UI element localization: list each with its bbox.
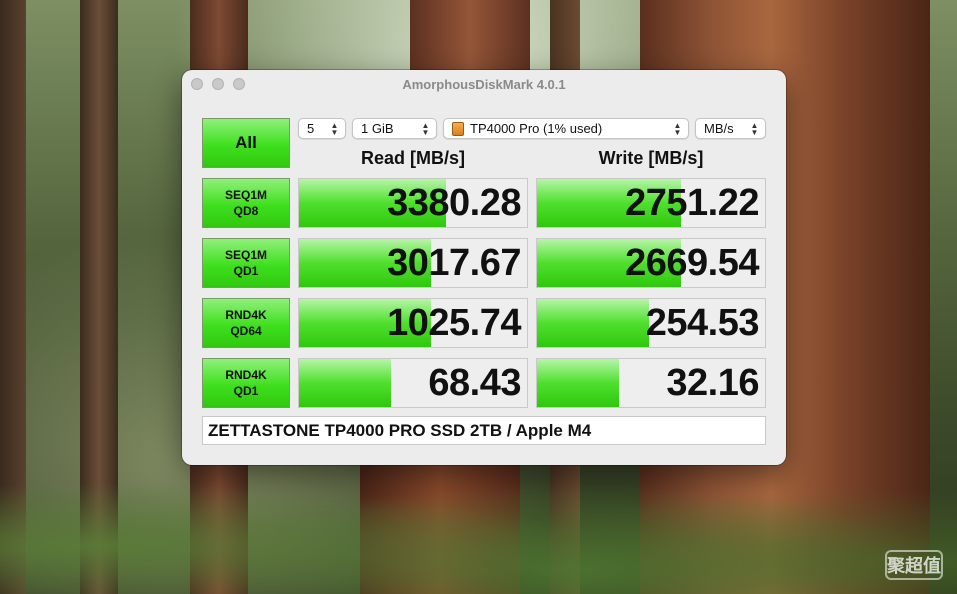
write-result-value: 32.16 xyxy=(666,361,759,404)
read-progress-bar xyxy=(299,359,392,407)
test-name-line2: QD1 xyxy=(233,264,259,278)
comment-field[interactable]: ZETTASTONE TP4000 PRO SSD 2TB / Apple M4 xyxy=(202,416,766,445)
read-result-value: 1025.74 xyxy=(387,301,521,344)
test-name-line1: SEQ1M xyxy=(224,248,267,262)
test-name-line2: QD64 xyxy=(230,324,262,338)
write-column-header: Write [MB/s] xyxy=(598,148,704,168)
test-count-select[interactable]: 5 ▲ ▼ xyxy=(298,118,346,139)
minimize-window-button[interactable] xyxy=(212,78,224,90)
chevron-updown-icon: ▲ ▼ xyxy=(330,120,339,137)
test-name-line1: RND4K xyxy=(225,308,267,322)
app-window: AmorphousDiskMark 4.0.1 All 5 ▲ ▼ 1 GiB ▲… xyxy=(182,70,786,465)
test-button-rnd4k-qd1[interactable]: RND4K QD1 xyxy=(202,358,290,408)
title-bar[interactable]: AmorphousDiskMark 4.0.1 xyxy=(182,70,786,98)
test-button-seq1m-qd1[interactable]: SEQ1M QD1 xyxy=(202,238,290,288)
read-result-value: 3017.67 xyxy=(387,241,521,284)
write-result-cell: 254.53 xyxy=(536,298,766,348)
test-name-line1: RND4K xyxy=(225,368,267,382)
read-result-value: 68.43 xyxy=(428,361,521,404)
read-result-cell: 3380.28 xyxy=(298,178,528,228)
chevron-updown-icon: ▲ ▼ xyxy=(421,120,430,137)
window-controls xyxy=(191,78,245,90)
tree-trunk xyxy=(410,0,530,74)
unit-select[interactable]: MB/s ▲ ▼ xyxy=(695,118,766,139)
chevron-updown-icon: ▲ ▼ xyxy=(673,120,682,137)
drive-select[interactable]: TP4000 Pro (1% used) ▲ ▼ xyxy=(443,118,689,139)
write-result-value: 254.53 xyxy=(645,301,760,344)
read-result-cell: 3017.67 xyxy=(298,238,528,288)
write-result-cell: 2669.54 xyxy=(536,238,766,288)
write-result-value: 2669.54 xyxy=(625,241,759,284)
write-result-value: 2751.22 xyxy=(625,181,759,224)
test-name-line2: QD1 xyxy=(233,384,259,398)
window-title: AmorphousDiskMark 4.0.1 xyxy=(402,76,566,92)
read-result-value: 3380.28 xyxy=(387,181,521,224)
test-button-seq1m-qd8[interactable]: SEQ1M QD8 xyxy=(202,178,290,228)
write-progress-bar xyxy=(537,299,649,347)
unit-value: MB/s xyxy=(704,121,734,136)
close-window-button[interactable] xyxy=(191,78,203,90)
zoom-window-button[interactable] xyxy=(233,78,245,90)
watermark-logo: 聚超值 xyxy=(885,550,943,580)
run-all-button[interactable]: All xyxy=(202,118,290,168)
write-result-cell: 32.16 xyxy=(536,358,766,408)
drive-value: TP4000 Pro (1% used) xyxy=(470,121,603,136)
test-name-line2: QD8 xyxy=(233,204,259,218)
test-count-value: 5 xyxy=(307,121,315,136)
read-result-cell: 1025.74 xyxy=(298,298,528,348)
test-size-value: 1 GiB xyxy=(361,121,394,136)
read-column-header: Read [MB/s] xyxy=(360,148,465,168)
test-size-select[interactable]: 1 GiB ▲ ▼ xyxy=(352,118,437,139)
test-name-line1: SEQ1M xyxy=(224,188,267,202)
drive-icon xyxy=(452,121,464,136)
test-button-rnd4k-qd64[interactable]: RND4K QD64 xyxy=(202,298,290,348)
write-result-cell: 2751.22 xyxy=(536,178,766,228)
chevron-updown-icon: ▲ ▼ xyxy=(750,120,759,137)
write-progress-bar xyxy=(537,359,620,407)
read-result-cell: 68.43 xyxy=(298,358,528,408)
